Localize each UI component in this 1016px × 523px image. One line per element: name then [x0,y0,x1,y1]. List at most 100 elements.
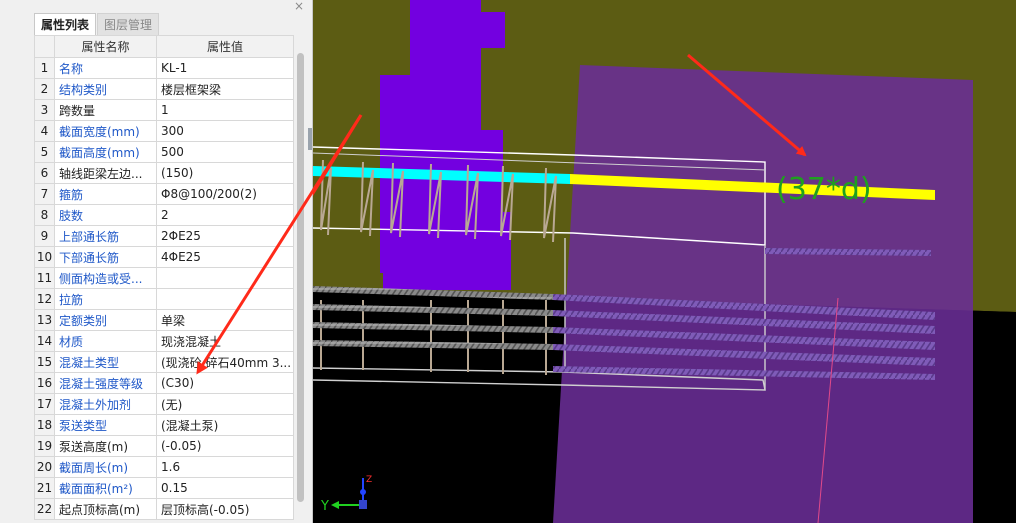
property-row[interactable]: 19 泵送高度(m) (-0.05) [34,435,294,457]
row-number: 4 [34,120,55,142]
panel-title-bar: × [0,0,312,13]
panel-scrollbar[interactable] [294,35,308,523]
property-name: 截面周长(m) [54,456,157,478]
property-value[interactable]: (现浇砼 碎石40mm 3... [156,351,294,373]
property-name: 泵送类型 [54,414,157,436]
property-row[interactable]: 13 定额类别 单梁 [34,309,294,331]
property-value[interactable]: 4ΦE25 [156,246,294,268]
property-row[interactable]: 22 起点顶标高(m) 层顶标高(-0.05) [34,498,294,520]
close-icon[interactable]: × [294,0,304,12]
row-number: 20 [34,456,55,478]
axis-label-z: Z [366,475,372,485]
column-header-property-value[interactable]: 属性值 [156,35,294,58]
property-row[interactable]: 5 截面高度(mm) 500 [34,141,294,163]
property-value[interactable]: 现浇混凝土 [156,330,294,352]
property-row[interactable]: 6 轴线距梁左边... (150) [34,162,294,184]
property-name: 下部通长筋 [54,246,157,268]
property-name: 跨数量 [54,99,157,121]
property-value[interactable]: 300 [156,120,294,142]
property-value[interactable]: 层顶标高(-0.05) [156,498,294,520]
property-row[interactable]: 11 侧面构造或受... [34,267,294,289]
property-value[interactable]: 2 [156,204,294,226]
property-name: 拉筋 [54,288,157,310]
property-row[interactable]: 3 跨数量 1 [34,99,294,121]
property-value[interactable]: 0.15 [156,477,294,499]
property-name: 箍筋 [54,183,157,205]
row-number: 17 [34,393,55,415]
property-name: 定额类别 [54,309,157,331]
row-number: 9 [34,225,55,247]
property-name: 泵送高度(m) [54,435,157,457]
grid-header-row: 属性名称 属性值 [34,35,294,58]
column-header-number [34,35,55,58]
property-row[interactable]: 20 截面周长(m) 1.6 [34,456,294,478]
purple-overlay-element [553,65,973,523]
tab-property-list[interactable]: 属性列表 [34,13,97,35]
property-value[interactable]: (混凝土泵) [156,414,294,436]
property-row[interactable]: 4 截面宽度(mm) 300 [34,120,294,142]
property-name: 混凝土外加剂 [54,393,157,415]
property-value[interactable]: (C30) [156,372,294,394]
row-number: 12 [34,288,55,310]
row-number: 3 [34,99,55,121]
property-row[interactable]: 8 肢数 2 [34,204,294,226]
property-row[interactable]: 2 结构类别 楼层框架梁 [34,78,294,100]
row-number: 22 [34,498,55,520]
3d-viewport[interactable]: (37*d) Z Y [313,0,1016,523]
row-number: 1 [34,57,55,79]
property-value[interactable] [156,288,294,310]
row-number: 16 [34,372,55,394]
row-number: 2 [34,78,55,100]
property-name: 结构类别 [54,78,157,100]
property-value[interactable]: 500 [156,141,294,163]
row-number: 15 [34,351,55,373]
property-value[interactable]: (无) [156,393,294,415]
property-name: 名称 [54,57,157,79]
property-grid: 属性名称 属性值 1 名称 KL-1 2 结构类别 楼层框架梁 3 跨数量 1 4 截面宽度(mm)… [34,35,294,520]
property-value[interactable]: (-0.05) [156,435,294,457]
property-value[interactable]: (150) [156,162,294,184]
property-name: 截面高度(mm) [54,141,157,163]
property-row[interactable]: 15 混凝土类型 (现浇砼 碎石40mm 3... [34,351,294,373]
property-value[interactable] [156,267,294,289]
property-value[interactable]: 1.6 [156,456,294,478]
row-number: 11 [34,267,55,289]
row-number: 13 [34,309,55,331]
panel-tabs: 属性列表 图层管理 [34,13,160,35]
property-row[interactable]: 12 拉筋 [34,288,294,310]
property-row[interactable]: 1 名称 KL-1 [34,57,294,79]
row-number: 18 [34,414,55,436]
axis-label-y: Y [320,499,329,514]
row-number: 8 [34,204,55,226]
property-row[interactable]: 21 截面面积(m²) 0.15 [34,477,294,499]
property-name: 材质 [54,330,157,352]
property-value[interactable]: KL-1 [156,57,294,79]
property-name: 上部通长筋 [54,225,157,247]
property-value[interactable]: 楼层框架梁 [156,78,294,100]
property-row[interactable]: 10 下部通长筋 4ΦE25 [34,246,294,268]
scrollbar-thumb[interactable] [297,53,304,502]
property-row[interactable]: 16 混凝土强度等级 (C30) [34,372,294,394]
property-value[interactable]: 2ΦE25 [156,225,294,247]
property-name: 混凝土强度等级 [54,372,157,394]
property-value[interactable]: 1 [156,99,294,121]
tab-layer-management[interactable]: 图层管理 [97,13,160,35]
property-value[interactable]: 单梁 [156,309,294,331]
property-row[interactable]: 18 泵送类型 (混凝土泵) [34,414,294,436]
property-name: 起点顶标高(m) [54,498,157,520]
property-row[interactable]: 7 箍筋 Φ8@100/200(2) [34,183,294,205]
anchor-length-annotation: (37*d) [776,172,872,207]
property-row[interactable]: 9 上部通长筋 2ΦE25 [34,225,294,247]
row-number: 19 [34,435,55,457]
property-name: 混凝土类型 [54,351,157,373]
row-number: 6 [34,162,55,184]
property-value[interactable]: Φ8@100/200(2) [156,183,294,205]
property-name: 轴线距梁左边... [54,162,157,184]
property-rows: 1 名称 KL-1 2 结构类别 楼层框架梁 3 跨数量 1 4 截面宽度(mm) 300 5 截面高度(… [34,57,294,520]
property-row[interactable]: 17 混凝土外加剂 (无) [34,393,294,415]
property-name: 侧面构造或受... [54,267,157,289]
column-header-property-name[interactable]: 属性名称 [54,35,157,58]
property-name: 肢数 [54,204,157,226]
property-row[interactable]: 14 材质 现浇混凝土 [34,330,294,352]
row-number: 21 [34,477,55,499]
